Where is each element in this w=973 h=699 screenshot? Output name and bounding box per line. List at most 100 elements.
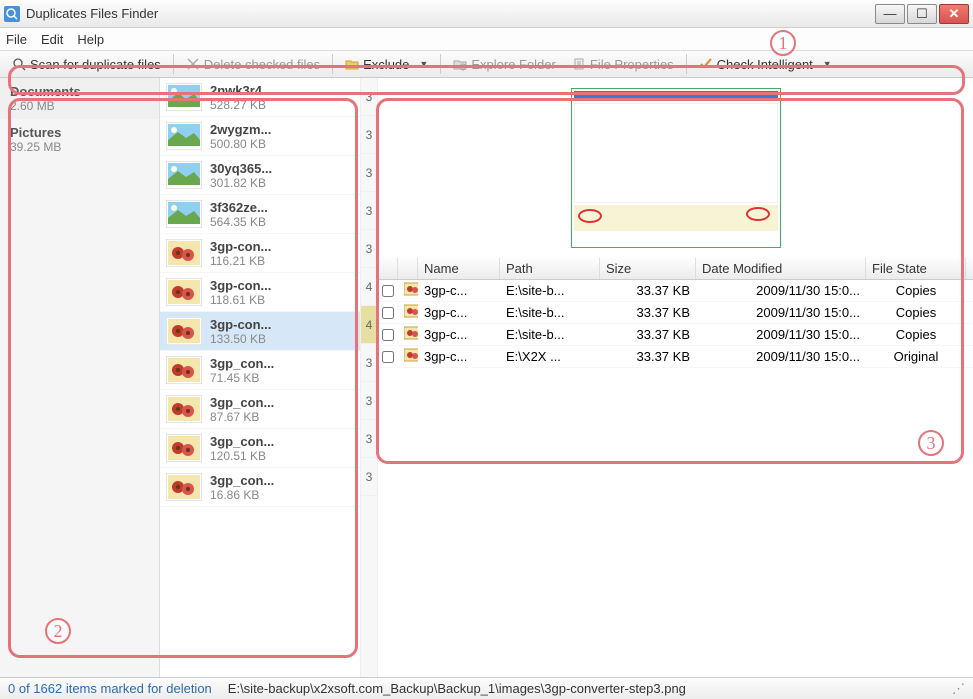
col-date[interactable]: Date Modified <box>696 258 866 279</box>
dup-count: 3 <box>361 192 377 230</box>
cell-state: Original <box>866 349 966 364</box>
row-icon <box>398 326 418 343</box>
menu-help[interactable]: Help <box>77 32 104 47</box>
minimize-button[interactable]: — <box>875 4 905 24</box>
file-name: 3gp-con... <box>210 317 354 332</box>
toolbar: Scan for duplicate files Delete checked … <box>0 50 973 78</box>
file-item[interactable]: 3gp_con...16.86 KB <box>160 468 360 507</box>
col-state[interactable]: File State <box>866 258 966 279</box>
resize-grip[interactable]: ⋰ <box>952 681 965 697</box>
row-checkbox[interactable] <box>382 307 394 319</box>
row-checkbox[interactable] <box>382 329 394 341</box>
chevron-down-icon: ▼ <box>419 59 428 69</box>
cell-size: 33.37 KB <box>600 305 696 320</box>
preview-thumbnail <box>571 88 781 248</box>
properties-icon <box>572 57 586 71</box>
col-size[interactable]: Size <box>600 258 696 279</box>
file-item[interactable]: 2nwk3r4...528.27 KB <box>160 78 360 117</box>
dup-count: 4 <box>361 268 377 306</box>
cell-path: E:\site-b... <box>500 327 600 342</box>
dup-count: 3 <box>361 154 377 192</box>
table-row[interactable]: 3gp-c...E:\X2X ...33.37 KB2009/11/30 15:… <box>378 346 973 368</box>
file-name: 2nwk3r4... <box>210 83 354 98</box>
menu-file[interactable]: File <box>6 32 27 47</box>
chevron-down-icon: ▼ <box>823 59 832 69</box>
cell-date: 2009/11/30 15:0... <box>696 305 866 320</box>
file-thumbnail <box>166 160 202 190</box>
file-name: 3gp-con... <box>210 278 354 293</box>
dup-count: 4 <box>361 306 377 344</box>
file-thumbnail <box>166 394 202 424</box>
file-item[interactable]: 3gp_con...87.67 KB <box>160 390 360 429</box>
row-icon <box>398 304 418 321</box>
explore-folder-button[interactable]: Explore Folder <box>447 55 562 74</box>
explore-icon <box>453 57 467 71</box>
close-button[interactable]: ✕ <box>939 4 969 24</box>
cell-name: 3gp-c... <box>418 349 500 364</box>
cell-state: Copies <box>866 327 966 342</box>
dup-count: 3 <box>361 116 377 154</box>
file-thumbnail <box>166 121 202 151</box>
cell-path: E:\site-b... <box>500 305 600 320</box>
scan-button[interactable]: Scan for duplicate files <box>6 55 167 74</box>
file-size: 564.35 KB <box>210 215 354 229</box>
menu-edit[interactable]: Edit <box>41 32 63 47</box>
content-area: Documents 2.60 MB Pictures 39.25 MB 2nwk… <box>0 78 973 677</box>
exclude-button[interactable]: Exclude ▼ <box>339 55 434 74</box>
folder-item-documents[interactable]: Documents 2.60 MB <box>0 78 159 119</box>
file-item[interactable]: 3gp-con...133.50 KB <box>160 312 360 351</box>
statusbar: 0 of 1662 items marked for deletion E:\s… <box>0 677 973 699</box>
file-properties-button[interactable]: File Properties <box>566 55 680 74</box>
file-name: 3gp_con... <box>210 434 354 449</box>
file-item[interactable]: 3gp_con...120.51 KB <box>160 429 360 468</box>
cell-date: 2009/11/30 15:0... <box>696 283 866 298</box>
cell-path: E:\site-b... <box>500 283 600 298</box>
file-thumbnail <box>166 238 202 268</box>
file-list[interactable]: 2nwk3r4...528.27 KB2wygzm...500.80 KB30y… <box>160 78 360 677</box>
file-thumbnail <box>166 433 202 463</box>
cell-state: Copies <box>866 305 966 320</box>
count-column: 33333443333 <box>360 78 378 677</box>
col-name[interactable]: Name <box>418 258 500 279</box>
dup-count: 3 <box>361 230 377 268</box>
status-marked: 0 of 1662 items marked for deletion <box>8 681 212 696</box>
file-name: 3gp-con... <box>210 239 354 254</box>
row-icon <box>398 282 418 299</box>
file-item[interactable]: 2wygzm...500.80 KB <box>160 117 360 156</box>
row-checkbox[interactable] <box>382 351 394 363</box>
table-row[interactable]: 3gp-c...E:\site-b...33.37 KB2009/11/30 1… <box>378 324 973 346</box>
file-item[interactable]: 3f362ze...564.35 KB <box>160 195 360 234</box>
row-checkbox[interactable] <box>382 285 394 297</box>
right-panel: Name Path Size Date Modified File State … <box>378 78 973 677</box>
table-row[interactable]: 3gp-c...E:\site-b...33.37 KB2009/11/30 1… <box>378 280 973 302</box>
file-thumbnail <box>166 277 202 307</box>
maximize-button[interactable]: ☐ <box>907 4 937 24</box>
file-item[interactable]: 3gp-con...118.61 KB <box>160 273 360 312</box>
annotation-label-3: 3 <box>918 430 944 456</box>
table-row[interactable]: 3gp-c...E:\site-b...33.37 KB2009/11/30 1… <box>378 302 973 324</box>
cell-path: E:\X2X ... <box>500 349 600 364</box>
file-size: 133.50 KB <box>210 332 354 346</box>
check-intelligent-button[interactable]: Check Intelligent ▼ <box>693 55 838 74</box>
col-path[interactable]: Path <box>500 258 600 279</box>
window-controls: — ☐ ✕ <box>875 4 969 24</box>
file-item[interactable]: 30yq365...301.82 KB <box>160 156 360 195</box>
file-size: 301.82 KB <box>210 176 354 190</box>
delete-checked-button[interactable]: Delete checked files <box>180 55 326 74</box>
table-header: Name Path Size Date Modified File State <box>378 258 973 280</box>
file-name: 30yq365... <box>210 161 354 176</box>
file-thumbnail <box>166 316 202 346</box>
file-item[interactable]: 3gp_con...71.45 KB <box>160 351 360 390</box>
preview-pane <box>378 78 973 258</box>
file-size: 116.21 KB <box>210 254 354 268</box>
file-thumbnail <box>166 82 202 112</box>
file-size: 71.45 KB <box>210 371 354 385</box>
file-size: 500.80 KB <box>210 137 354 151</box>
cell-size: 33.37 KB <box>600 349 696 364</box>
window-title: Duplicates Files Finder <box>26 6 875 21</box>
folder-item-pictures[interactable]: Pictures 39.25 MB <box>0 119 159 160</box>
file-thumbnail <box>166 199 202 229</box>
file-item[interactable]: 3gp-con...116.21 KB <box>160 234 360 273</box>
status-path: E:\site-backup\x2xsoft.com_Backup\Backup… <box>228 681 686 696</box>
cell-name: 3gp-c... <box>418 327 500 342</box>
